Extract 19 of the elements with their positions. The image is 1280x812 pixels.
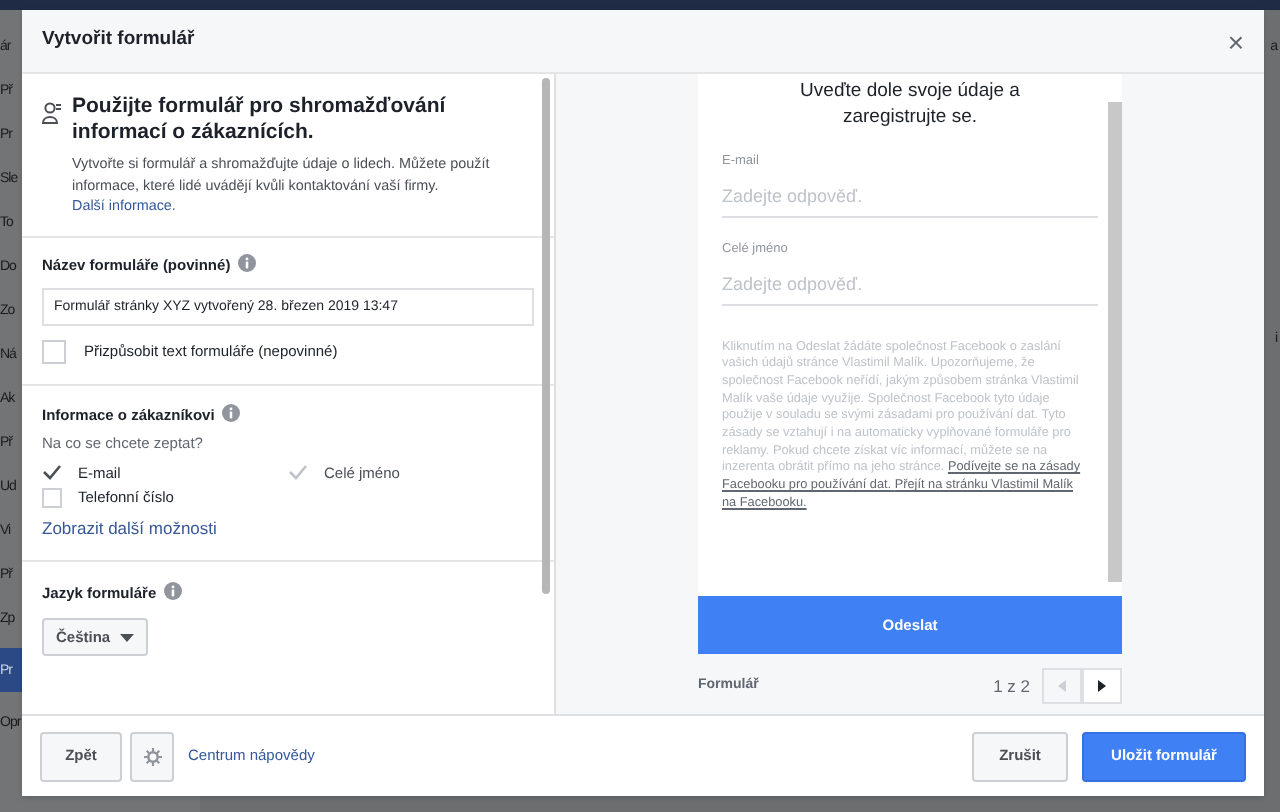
caret-icon	[120, 633, 135, 641]
checkbox[interactable]	[42, 462, 62, 483]
dialog-title: Vytvořit formulář	[42, 26, 195, 55]
right-arrow-icon	[1098, 680, 1106, 692]
left-arrow-icon	[1058, 680, 1066, 692]
page-counter: 1 z 2	[993, 673, 1030, 699]
info-icon	[222, 403, 241, 421]
people-icon	[42, 102, 62, 124]
settings-button[interactable]	[130, 731, 174, 781]
show-more-link[interactable]: Zobrazit další možnosti	[42, 516, 534, 542]
preview-heading: Uveďte dole svoje údaje a zaregistrujte se.	[798, 78, 1022, 130]
next-button[interactable]	[1082, 668, 1122, 704]
info-icon	[164, 582, 183, 600]
answer-field[interactable]: Zadejte odpověď.	[722, 177, 1098, 218]
intro-heading: Použijte formulář pro shromažďování informací o zákaznících.	[72, 94, 448, 146]
info-icon	[238, 253, 257, 271]
settings-icon	[143, 747, 161, 765]
answer-field[interactable]: Zadejte odpověď.	[722, 265, 1098, 305]
close-button[interactable]: ×	[1227, 27, 1244, 55]
